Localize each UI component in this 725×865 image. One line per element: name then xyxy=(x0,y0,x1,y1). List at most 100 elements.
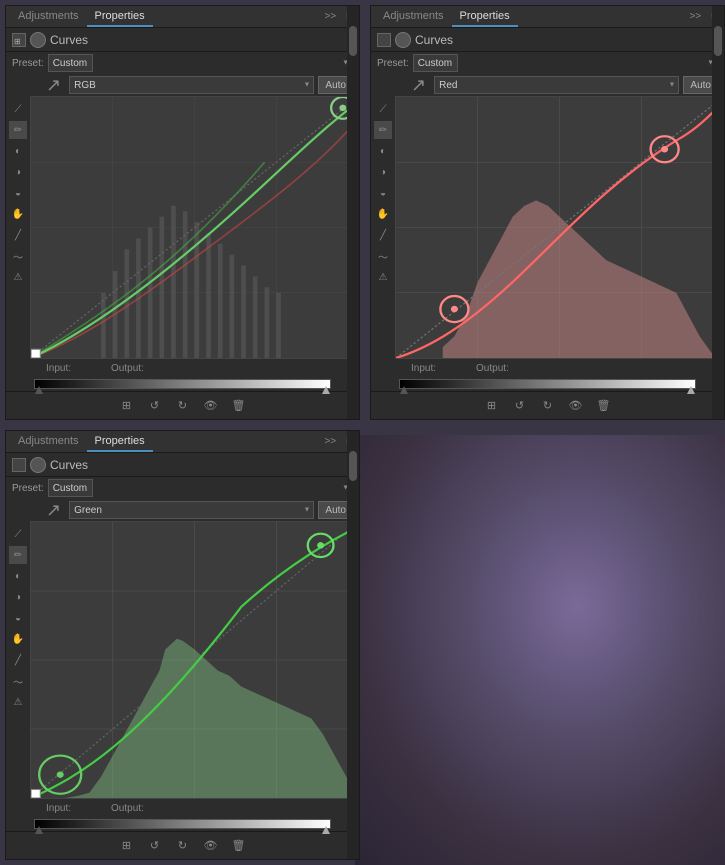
tool-warning-rgb[interactable]: ⚠ xyxy=(9,268,27,286)
curves-canvas-red[interactable] xyxy=(395,96,724,359)
panel-tabs-rgb: Adjustments Properties >> ≡ xyxy=(6,6,359,28)
tool-sample1-rgb[interactable]: ◐ xyxy=(9,142,27,160)
tool-line-rgb[interactable]: ╱ xyxy=(9,226,27,244)
curves-icon-red xyxy=(377,33,391,47)
scrollbar-red[interactable] xyxy=(712,6,724,419)
visibility-button-red[interactable]: 👁 xyxy=(566,396,586,416)
tool-line-green[interactable]: ╱ xyxy=(9,651,27,669)
channel-select-red[interactable]: RGB Red Green Blue xyxy=(434,76,679,94)
pin-button-green[interactable]: ⊞ xyxy=(117,836,137,856)
bottom-toolbar-green: ⊞ ↺ ↻ 👁 🗑 xyxy=(6,831,359,859)
tool-smooth-red[interactable]: 〜 xyxy=(374,247,392,265)
curves-icon-green xyxy=(12,458,26,472)
expand-icon-red[interactable]: >> xyxy=(686,10,704,23)
channel-select-wrapper-rgb: RGB Red Green Blue xyxy=(69,76,314,94)
channel-select-rgb[interactable]: RGB Red Green Blue xyxy=(69,76,314,94)
delete-button-green[interactable]: 🗑 xyxy=(229,836,249,856)
panels-container: Adjustments Properties >> ≡ ⊞ Curves xyxy=(0,0,725,865)
panel-green-curves: Adjustments Properties >> ≡ Curves xyxy=(5,430,360,860)
gradient-bar-red xyxy=(399,379,696,389)
tab-adjustments-rgb[interactable]: Adjustments xyxy=(10,7,87,27)
tool-point-red[interactable]: ⟋ xyxy=(374,100,392,118)
reset-button-green[interactable]: ↻ xyxy=(173,836,193,856)
gradient-arrow-left-green[interactable] xyxy=(35,826,43,834)
gradient-arrow-right-rgb[interactable] xyxy=(322,386,330,394)
tool-sample1-red[interactable]: ◐ xyxy=(374,142,392,160)
scrollbar-green[interactable] xyxy=(347,431,359,859)
tool-pencil-red[interactable]: ✏ xyxy=(374,121,392,139)
expand-icon-rgb[interactable]: >> xyxy=(321,10,339,23)
reset-button-red[interactable]: ↻ xyxy=(538,396,558,416)
tool-smooth-rgb[interactable]: 〜 xyxy=(9,247,27,265)
tool-sample3-red[interactable]: ◒ xyxy=(374,184,392,202)
scroll-thumb-red[interactable] xyxy=(714,26,722,56)
preset-select-green[interactable]: Custom xyxy=(48,479,93,497)
channel-select-green[interactable]: RGB Red Green Blue xyxy=(69,501,314,519)
tab-properties-red[interactable]: Properties xyxy=(452,7,518,27)
gradient-arrow-left-red[interactable] xyxy=(400,386,408,394)
tools-sidebar-green: ⟋ ✏ ◐ ◑ ◒ ✋ ╱ 〜 ⚠ xyxy=(6,521,30,799)
gradient-arrow-right-red[interactable] xyxy=(687,386,695,394)
delete-button-red[interactable]: 🗑 xyxy=(594,396,614,416)
curves-main-red: ⟋ ✏ ◐ ◑ ◒ ✋ ╱ 〜 ⚠ xyxy=(371,96,724,359)
tool-warning-green[interactable]: ⚠ xyxy=(9,693,27,711)
gradient-arrow-left-rgb[interactable] xyxy=(35,386,43,394)
preset-select-wrapper-green: Custom xyxy=(48,479,353,497)
tool-hand-green[interactable]: ✋ xyxy=(9,630,27,648)
expand-icon-green[interactable]: >> xyxy=(321,435,339,448)
curves-canvas-rgb[interactable] xyxy=(30,96,359,359)
curves-canvas-green[interactable] xyxy=(30,521,359,799)
curves-circle-icon-red xyxy=(395,32,411,48)
undo-button-green[interactable]: ↺ xyxy=(145,836,165,856)
tool-sample2-rgb[interactable]: ◑ xyxy=(9,163,27,181)
pin-button-red[interactable]: ⊞ xyxy=(482,396,502,416)
tab-properties-green[interactable]: Properties xyxy=(87,432,153,452)
tool-sample2-green[interactable]: ◑ xyxy=(9,588,27,606)
tool-sample3-green[interactable]: ◒ xyxy=(9,609,27,627)
tool-sample2-red[interactable]: ◑ xyxy=(374,163,392,181)
undo-button-rgb[interactable]: ↺ xyxy=(145,396,165,416)
visibility-button-green[interactable]: 👁 xyxy=(201,836,221,856)
bottom-toolbar-rgb: ⊞ ↺ ↻ 👁 🗑 xyxy=(6,391,359,419)
visibility-button-rgb[interactable]: 👁 xyxy=(201,396,221,416)
output-label-green: Output: xyxy=(111,803,144,814)
tool-sample3-rgb[interactable]: ◒ xyxy=(9,184,27,202)
scroll-thumb-rgb[interactable] xyxy=(349,26,357,56)
tool-smooth-green[interactable]: 〜 xyxy=(9,672,27,690)
preset-select-red[interactable]: Custom xyxy=(413,54,458,72)
tool-hand-rgb[interactable]: ✋ xyxy=(9,205,27,223)
pin-button-rgb[interactable]: ⊞ xyxy=(117,396,137,416)
tool-warning-red[interactable]: ⚠ xyxy=(374,268,392,286)
panel-rgb-curves: Adjustments Properties >> ≡ ⊞ Curves xyxy=(5,5,360,420)
channel-select-wrapper-red: RGB Red Green Blue xyxy=(434,76,679,94)
tool-sample1-green[interactable]: ◐ xyxy=(9,567,27,585)
tool-hand-red[interactable]: ✋ xyxy=(374,205,392,223)
tool-point-green[interactable]: ⟋ xyxy=(9,525,27,543)
curves-icon-rgb: ⊞ xyxy=(12,33,26,47)
curves-main-rgb: ⟋ ✏ ◐ ◑ ◒ ✋ ╱ 〜 ⚠ xyxy=(6,96,359,359)
curve-tool-icon-green[interactable]: ↗ xyxy=(46,500,61,521)
tab-adjustments-green[interactable]: Adjustments xyxy=(10,432,87,452)
preset-select-rgb[interactable]: Custom xyxy=(48,54,93,72)
io-row-red: Input: Output: xyxy=(371,359,724,377)
curve-tool-icon-rgb[interactable]: ↗ xyxy=(46,75,61,96)
panel-header-red: Curves xyxy=(371,28,724,52)
tool-pencil-green[interactable]: ✏ xyxy=(9,546,27,564)
scroll-thumb-green[interactable] xyxy=(349,451,357,481)
panel-red-curves: Adjustments Properties >> ≡ Curves xyxy=(370,5,725,420)
reset-button-rgb[interactable]: ↻ xyxy=(173,396,193,416)
tool-line-red[interactable]: ╱ xyxy=(374,226,392,244)
tool-point-rgb[interactable]: ⟋ xyxy=(9,100,27,118)
preset-row-rgb: Preset: Custom xyxy=(6,52,359,74)
gradient-bar-rgb xyxy=(34,379,331,389)
gradient-arrow-right-green[interactable] xyxy=(322,826,330,834)
preset-label-green: Preset: xyxy=(12,483,44,494)
tab-properties-rgb[interactable]: Properties xyxy=(87,7,153,27)
panel-title-rgb: Curves xyxy=(50,33,88,47)
tab-adjustments-red[interactable]: Adjustments xyxy=(375,7,452,27)
scrollbar-rgb[interactable] xyxy=(347,6,359,419)
undo-button-red[interactable]: ↺ xyxy=(510,396,530,416)
delete-button-rgb[interactable]: 🗑 xyxy=(229,396,249,416)
curve-tool-icon-red[interactable]: ↗ xyxy=(411,75,426,96)
tool-pencil-rgb[interactable]: ✏ xyxy=(9,121,27,139)
